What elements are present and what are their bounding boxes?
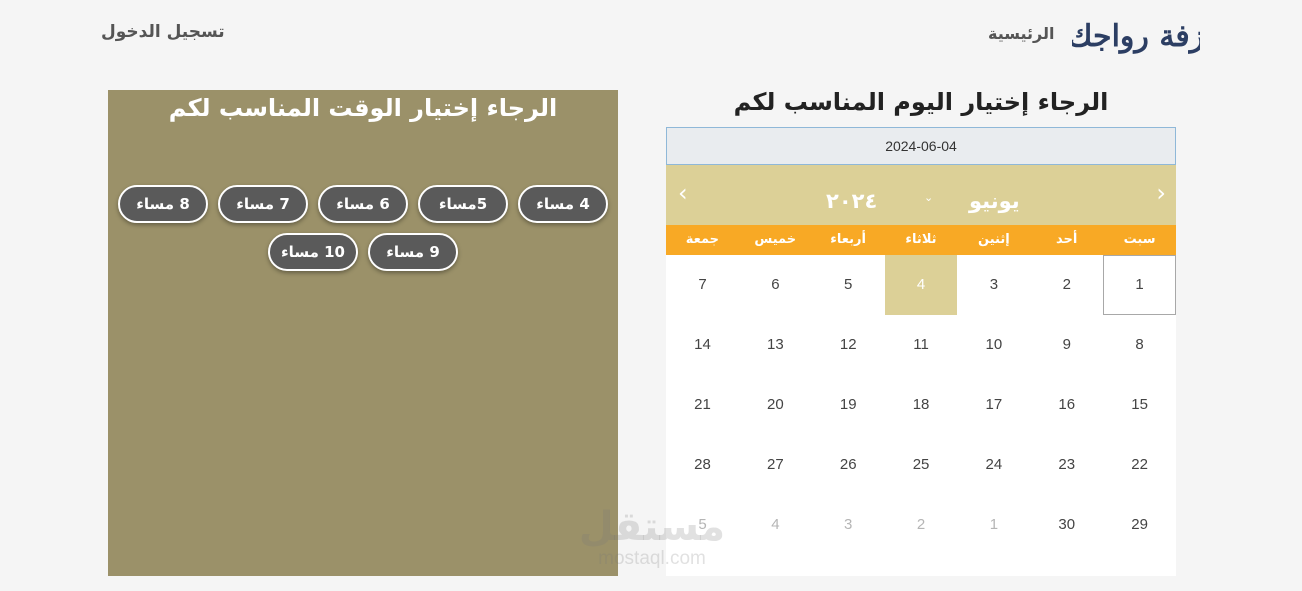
chevron-down-icon[interactable]: ⌄ [924,191,933,204]
calendar-day[interactable]: 8 [1103,315,1176,375]
calendar-day[interactable]: 6 [739,255,812,315]
calendar-day[interactable]: 7 [666,255,739,315]
calendar-day[interactable]: 2 [1030,255,1103,315]
calendar-day[interactable]: 3 [957,255,1030,315]
calendar-day[interactable]: 24 [957,435,1030,495]
calendar-day[interactable]: 26 [812,435,885,495]
date-section-title: الرجاء إختيار اليوم المناسب لكم [733,88,1109,116]
time-slot-button[interactable]: 9 مساء [368,233,458,271]
calendar-day[interactable]: 14 [666,315,739,375]
calendar-day[interactable]: 22 [1103,435,1176,495]
calendar-year[interactable]: ٢٠٢٤ [826,189,877,213]
calendar-day[interactable]: 5 [666,495,739,555]
time-slots: 4 مساء 5مساء 6 مساء 7 مساء 8 مساء 9 مساء… [108,185,618,281]
calendar-day[interactable]: 5 [812,255,885,315]
time-slot-button[interactable]: 7 مساء [218,185,308,223]
calendar-day[interactable]: 15 [1103,375,1176,435]
calendar-day[interactable]: 21 [666,375,739,435]
logo-text: زفة رواجك [1072,19,1200,54]
weekday-label: ثلاثاء [905,232,937,247]
calendar-day[interactable]: 4 [739,495,812,555]
time-slot-button[interactable]: 6 مساء [318,185,408,223]
home-link[interactable]: الرئيسية [988,24,1055,43]
calendar-day[interactable]: 23 [1030,435,1103,495]
calendar-day[interactable]: 11 [885,315,958,375]
weekday-label: خميس [754,232,797,247]
calendar-header: ‹ يونيو ⌄ ٢٠٢٤ › [666,165,1176,225]
time-panel: الرجاء إختيار الوقت المناسب لكم 4 مساء 5… [108,90,618,576]
calendar-day[interactable]: 1 [957,495,1030,555]
calendar-day[interactable]: 13 [739,315,812,375]
time-slot-button[interactable]: 10 مساء [268,233,358,271]
calendar-day[interactable]: 29 [1103,495,1176,555]
calendar-day[interactable]: 20 [739,375,812,435]
calendar-day[interactable]: 30 [1030,495,1103,555]
calendar-day[interactable]: 25 [885,435,958,495]
calendar-day[interactable]: 3 [812,495,885,555]
weekday-label: أربعاء [830,232,866,247]
calendar-month-select[interactable]: يونيو [969,189,1020,213]
calendar-day[interactable]: 1 [1103,255,1176,315]
time-slot-button[interactable]: 8 مساء [118,185,208,223]
weekday-label: إثنين [978,232,1010,247]
prev-month-chevron-icon[interactable]: ‹ [1156,181,1166,205]
weekday-label: جمعة [685,232,720,247]
calendar-day[interactable]: 2 [885,495,958,555]
logo-calligraphy: زفة رواجك [1068,19,1205,54]
calendar-day[interactable]: 16 [1030,375,1103,435]
calendar-day[interactable]: 28 [666,435,739,495]
calendar-day[interactable]: 10 [957,315,1030,375]
date-input[interactable]: 2024-06-04 [666,127,1176,165]
time-slot-button[interactable]: 4 مساء [518,185,608,223]
calendar: ‹ يونيو ⌄ ٢٠٢٤ › سبت أحد إثنين ثلاثاء أر… [666,165,1176,576]
calendar-day[interactable]: 9 [1030,315,1103,375]
calendar-day[interactable]: 19 [812,375,885,435]
calendar-day[interactable]: 27 [739,435,812,495]
calendar-days-grid: 1 2 3 4 5 6 7 8 9 10 11 12 13 14 15 16 17 18 19 20 21 22 23 24 2… [666,255,1176,555]
calendar-day[interactable]: 12 [812,315,885,375]
next-month-chevron-icon[interactable]: › [678,181,688,205]
login-link[interactable]: تسجيل الدخول [101,22,225,42]
time-slot-button[interactable]: 5مساء [418,185,508,223]
calendar-day[interactable]: 18 [885,375,958,435]
calendar-day[interactable]: 17 [957,375,1030,435]
calendar-day[interactable]: 4 [884,255,958,315]
brand-logo[interactable]: زفة رواجك [1068,10,1205,62]
weekday-label: سبت [1123,232,1156,247]
weekday-label: أحد [1056,232,1078,247]
calendar-weekdays: سبت أحد إثنين ثلاثاء أربعاء خميس جمعة [666,225,1176,255]
time-section-title: الرجاء إختيار الوقت المناسب لكم [168,94,558,122]
